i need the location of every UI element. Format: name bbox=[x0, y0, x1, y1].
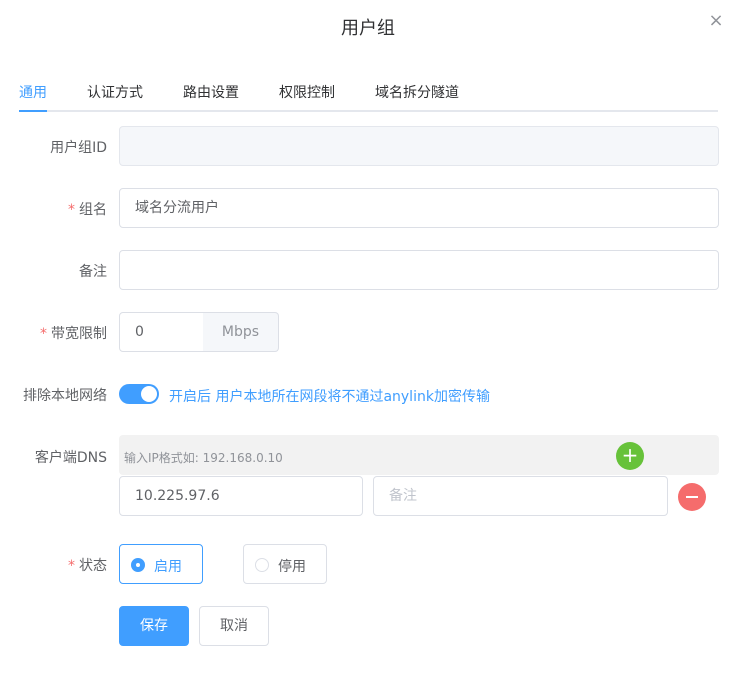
tab-domain-split-tunnel[interactable]: 域名拆分隧道 bbox=[375, 82, 459, 102]
group-id-input[interactable] bbox=[119, 126, 719, 166]
bandwidth-label: * 带宽限制 bbox=[0, 323, 107, 343]
tab-bar: 通用 认证方式 路由设置 权限控制 域名拆分隧道 bbox=[19, 82, 718, 112]
close-icon[interactable]: × bbox=[707, 12, 725, 30]
status-radio-disabled-label: 停用 bbox=[278, 559, 306, 575]
dialog-title: 用户组 bbox=[341, 18, 395, 39]
exclude-local-switch-text: 开启后 用户本地所在网段将不通过anylink加密传输 bbox=[169, 389, 490, 405]
tab-permission-control[interactable]: 权限控制 bbox=[279, 82, 335, 102]
exclude-local-label: 排除本地网络 bbox=[23, 388, 107, 404]
group-name-label-text: 组名 bbox=[79, 202, 107, 218]
tab-general[interactable]: 通用 bbox=[19, 82, 47, 102]
client-dns-hint: 输入IP格式如: 192.168.0.10 bbox=[124, 451, 283, 465]
required-mark: * bbox=[68, 202, 75, 218]
bandwidth-unit: Mbps bbox=[203, 312, 279, 352]
bandwidth-label-text: 带宽限制 bbox=[51, 326, 107, 342]
tab-route-settings[interactable]: 路由设置 bbox=[183, 82, 239, 102]
bandwidth-input[interactable]: 0 bbox=[119, 312, 204, 352]
group-name-label: * 组名 bbox=[0, 199, 107, 219]
note-label: 备注 bbox=[79, 264, 107, 280]
client-dns-label: 客户端DNS bbox=[34, 450, 107, 466]
status-radio-enabled[interactable]: 启用 bbox=[119, 544, 203, 584]
exclude-local-switch[interactable] bbox=[119, 384, 159, 404]
tab-auth-method[interactable]: 认证方式 bbox=[87, 82, 143, 102]
remove-dns-icon[interactable] bbox=[678, 483, 706, 511]
status-label: * 状态 bbox=[0, 555, 107, 575]
dns-note-placeholder: 备注 bbox=[389, 488, 417, 504]
dns-note-input[interactable]: 备注 bbox=[373, 476, 668, 516]
dns-ip-input[interactable]: 10.225.97.6 bbox=[119, 476, 363, 516]
add-dns-icon[interactable]: + bbox=[616, 442, 644, 470]
save-button[interactable]: 保存 bbox=[119, 606, 189, 646]
required-mark: * bbox=[68, 558, 75, 574]
switch-knob bbox=[141, 386, 157, 402]
group-name-input[interactable]: 域名分流用户 bbox=[119, 188, 719, 228]
cancel-button[interactable]: 取消 bbox=[199, 606, 269, 646]
note-input[interactable] bbox=[119, 250, 719, 290]
tab-active-indicator bbox=[19, 110, 47, 112]
group-id-label: 用户组ID bbox=[50, 140, 107, 156]
status-radio-disabled[interactable]: 停用 bbox=[243, 544, 327, 584]
radio-unchecked-icon bbox=[255, 558, 269, 572]
status-radio-enabled-label: 启用 bbox=[154, 559, 182, 575]
radio-checked-icon bbox=[131, 558, 145, 572]
status-label-text: 状态 bbox=[79, 558, 107, 574]
minus-glyph bbox=[686, 496, 698, 498]
required-mark: * bbox=[40, 326, 47, 342]
